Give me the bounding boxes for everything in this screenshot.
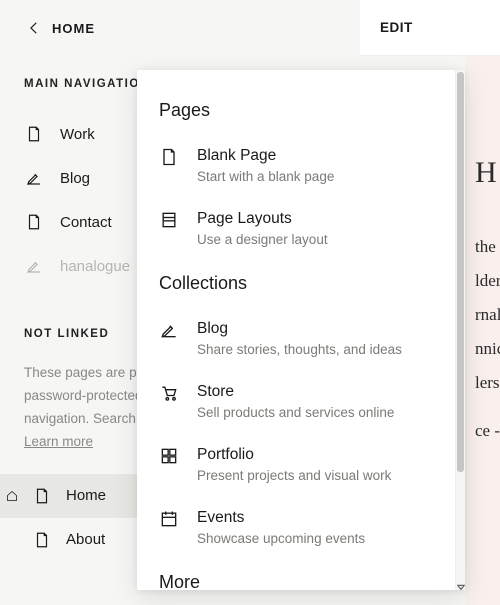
- popover-item-title: Page Layouts: [197, 210, 328, 228]
- page-icon: [32, 486, 52, 506]
- page-icon: [159, 147, 179, 167]
- home-icon: [6, 490, 18, 502]
- popover-item-title: Store: [197, 383, 394, 401]
- popover-item-desc: Sell products and services online: [197, 405, 394, 420]
- popover-item-events[interactable]: Events Showcase upcoming events: [159, 499, 437, 562]
- page-preview: H the lder rnal nnic lers ce -: [465, 56, 500, 605]
- popover-item-desc: Start with a blank page: [197, 169, 334, 184]
- popover-section-more: More: [159, 572, 437, 590]
- popover-section-collections: Collections Blog Share stories, thoughts…: [159, 273, 437, 562]
- pen-icon: [24, 256, 44, 276]
- popover-scrollbar[interactable]: [455, 70, 465, 590]
- not-linked-item-label: About: [66, 531, 105, 548]
- popover-item-title: Events: [197, 509, 365, 527]
- pen-icon: [24, 168, 44, 188]
- nav-item-label: Blog: [60, 170, 90, 187]
- popover-heading: Collections: [159, 273, 437, 294]
- add-page-popover: Pages Blank Page Start with a blank page…: [137, 70, 465, 590]
- back-button[interactable]: HOME: [24, 18, 336, 38]
- edit-button[interactable]: EDIT: [360, 0, 500, 56]
- popover-item-blank-page[interactable]: Blank Page Start with a blank page: [159, 137, 437, 200]
- nav-item-label: Work: [60, 126, 95, 143]
- popover-body: Pages Blank Page Start with a blank page…: [137, 70, 455, 590]
- popover-item-store[interactable]: Store Sell products and services online: [159, 373, 437, 436]
- popover-item-title: Blank Page: [197, 147, 334, 165]
- popover-item-desc: Share stories, thoughts, and ideas: [197, 342, 402, 357]
- popover-item-blog[interactable]: Blog Share stories, thoughts, and ideas: [159, 310, 437, 373]
- popover-heading: More: [159, 572, 437, 590]
- page-icon: [32, 530, 52, 550]
- chevron-left-icon: [24, 18, 44, 38]
- page-icon: [24, 212, 44, 232]
- popover-item-portfolio[interactable]: Portfolio Present projects and visual wo…: [159, 436, 437, 499]
- chevron-down-icon[interactable]: [457, 578, 465, 586]
- calendar-icon: [159, 509, 179, 529]
- pen-icon: [159, 320, 179, 340]
- popover-item-title: Portfolio: [197, 446, 391, 464]
- popover-section-pages: Pages Blank Page Start with a blank page…: [159, 100, 437, 263]
- popover-item-page-layouts[interactable]: Page Layouts Use a designer layout: [159, 200, 437, 263]
- nav-item-label: hanalogue: [60, 258, 130, 275]
- nav-item-label: Contact: [60, 214, 112, 231]
- back-label: HOME: [52, 21, 95, 36]
- cart-icon: [159, 383, 179, 403]
- layout-icon: [159, 210, 179, 230]
- popover-item-desc: Use a designer layout: [197, 232, 328, 247]
- popover-item-title: Blog: [197, 320, 402, 338]
- learn-more-link[interactable]: Learn more: [24, 434, 93, 449]
- not-linked-item-label: Home: [66, 487, 106, 504]
- grid-icon: [159, 446, 179, 466]
- popover-heading: Pages: [159, 100, 437, 121]
- scrollbar-thumb[interactable]: [457, 72, 464, 472]
- popover-item-desc: Showcase upcoming events: [197, 531, 365, 546]
- page-icon: [24, 124, 44, 144]
- popover-item-desc: Present projects and visual work: [197, 468, 391, 483]
